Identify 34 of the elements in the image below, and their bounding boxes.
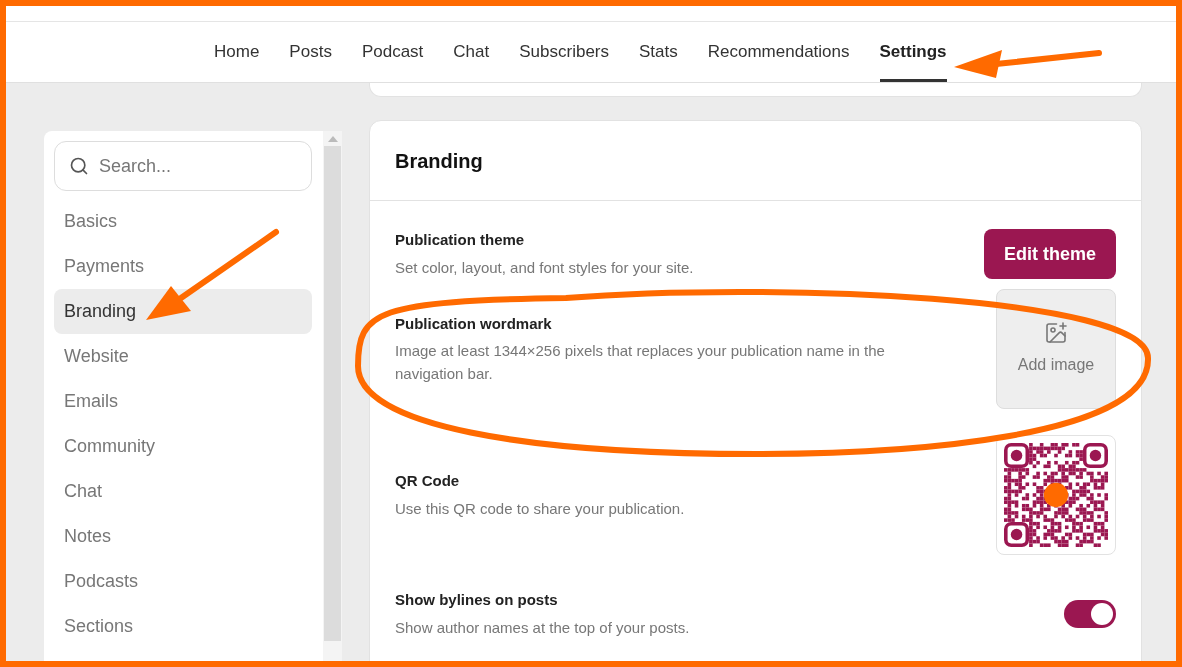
sidebar-item[interactable]: Notes [54,514,312,559]
sidebar-item[interactable]: Payments [54,244,312,289]
setting-description: Show author names at the top of your posts. [395,617,690,638]
sidebar-item[interactable]: Branding [54,289,312,334]
search-field[interactable]: Search... [54,141,312,191]
search-icon [69,156,89,176]
toggle-knob [1091,602,1113,625]
nav-tab[interactable]: Subscribers [519,38,609,82]
sidebar-item[interactable]: Chat [54,469,312,514]
search-input[interactable]: Search... [99,152,279,180]
image-add-icon [1044,321,1068,345]
nav-tab[interactable]: Posts [289,38,332,82]
setting-description: Set color, layout, and font styles for your site. [395,257,694,278]
card-title: Branding [395,148,483,174]
toggle-switch[interactable] [1064,599,1116,628]
nav-tab[interactable]: Chat [453,38,490,82]
sidebar-item[interactable]: Community [54,424,312,469]
setting-description: Image at least 1344×256 pixels that replaces your publication name in the navigation bar. [395,341,886,385]
nav-tab[interactable]: Home [214,38,260,82]
nav-tab[interactable]: Podcast [361,38,424,82]
setting-title: Publication theme [395,230,526,251]
nav-tab[interactable]: Stats [639,38,678,82]
add-image-button[interactable]: Add image [996,289,1116,409]
sidebar-item[interactable]: Podcasts [54,559,312,604]
setting-description: Use this QR code to share your publication. [395,498,685,519]
setting-title: Publication wordmark [395,313,553,334]
sidebar-item[interactable]: Emails [54,379,312,424]
sidebar-item[interactable]: Basics [54,199,312,244]
nav-tab[interactable]: Recommendations [707,38,850,82]
sidebar-item[interactable]: Website [54,334,312,379]
setting-title: Show bylines on posts [395,590,559,610]
edit-theme-button[interactable]: Edit theme [984,229,1116,279]
sidebar-item[interactable]: Sections [54,604,312,649]
setting-title: QR Code [395,471,461,492]
